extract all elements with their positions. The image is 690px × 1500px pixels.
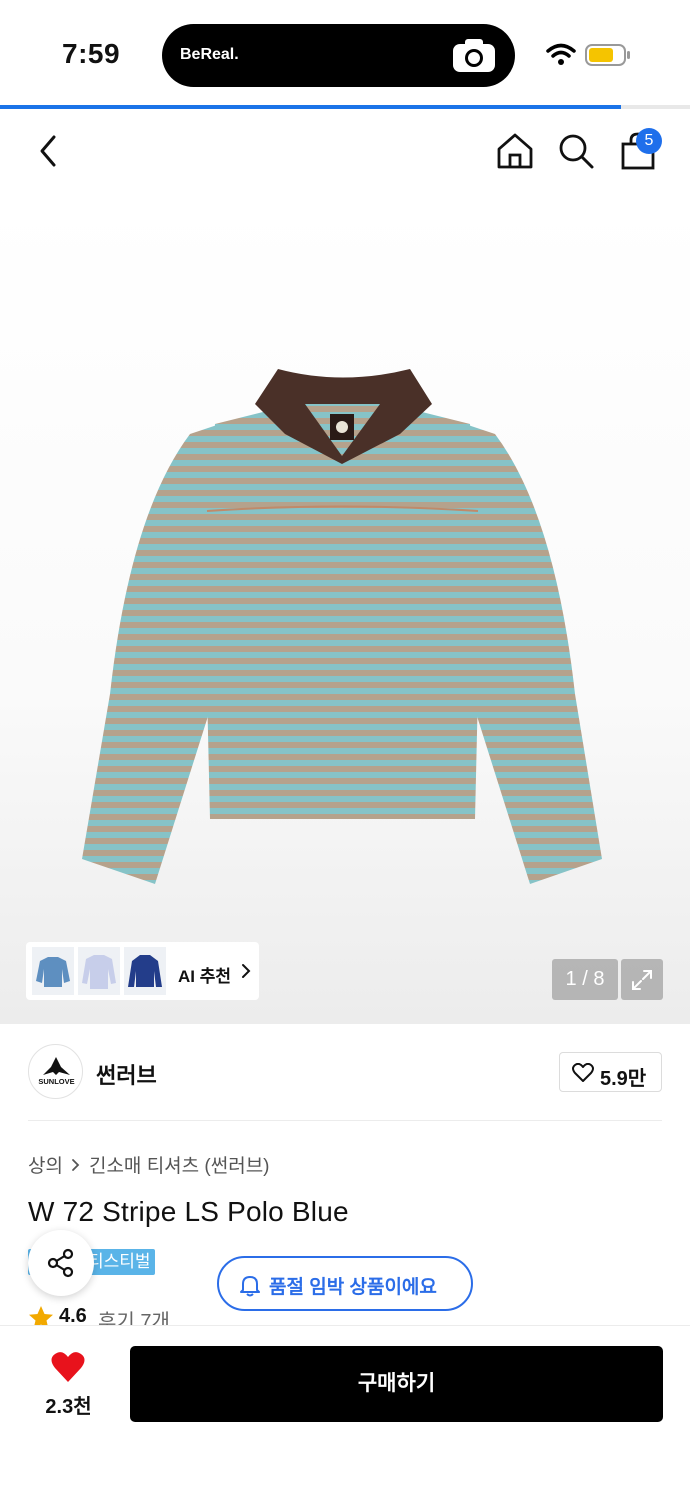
buy-button[interactable]: 구매하기 xyxy=(130,1346,663,1422)
brand-logo[interactable]: SUNLOVE xyxy=(28,1044,83,1099)
breadcrumb-category[interactable]: 상의 xyxy=(28,1151,63,1178)
brand-like-count: 5.9만 xyxy=(600,1068,647,1090)
expand-icon xyxy=(632,970,652,990)
back-icon[interactable] xyxy=(34,131,64,171)
rating-row[interactable]: 4.6 후기 7개 xyxy=(28,1303,328,1325)
dynamic-island[interactable]: BeReal. xyxy=(162,24,515,87)
brand-like-button[interactable]: 5.9만 xyxy=(559,1052,662,1092)
status-time: 7:59 xyxy=(62,38,121,69)
battery-icon xyxy=(585,44,630,66)
recommend-thumb-3[interactable] xyxy=(124,947,166,995)
expand-image-button[interactable] xyxy=(621,959,663,1000)
bottom-action-bar: 2.3천 구매하기 xyxy=(0,1325,690,1500)
brand-row: SUNLOVE 썬러브 5.9만 xyxy=(28,1024,662,1121)
top-navigation xyxy=(0,109,690,199)
wifi-icon xyxy=(546,43,576,65)
share-button[interactable] xyxy=(28,1230,94,1296)
wish-count: 2.3천 xyxy=(45,1396,92,1418)
search-icon[interactable] xyxy=(556,131,596,171)
breadcrumb: 상의 긴소매 티셔츠 (썬러브) xyxy=(28,1151,270,1178)
bell-icon xyxy=(240,1276,260,1297)
product-title: W 72 Stripe LS Polo Blue xyxy=(28,1196,349,1227)
cart-count-badge[interactable]: 5 xyxy=(636,128,662,154)
camera-icon[interactable] xyxy=(451,38,497,74)
brand-name[interactable]: 썬러브 xyxy=(96,1058,157,1090)
rating-value: 4.6 xyxy=(59,1305,87,1325)
recommend-thumb-1[interactable] xyxy=(32,947,74,995)
ai-recommend-label: AI 추천 xyxy=(178,967,232,986)
share-icon xyxy=(47,1248,74,1278)
ai-recommend-card[interactable]: AI 추천 xyxy=(26,942,259,1000)
breadcrumb-subcategory[interactable]: 긴소매 티셔츠 (썬러브) xyxy=(89,1151,270,1178)
product-image-gallery[interactable]: AI 추천 1 / 8 xyxy=(0,199,690,1024)
chevron-right-icon xyxy=(72,1158,80,1171)
brand-logo-text: SUNLOVE xyxy=(38,1077,74,1086)
image-page-indicator: 1 / 8 xyxy=(552,959,618,1000)
chevron-right-icon xyxy=(242,964,251,978)
brand-logo-mark: SUNLOVE xyxy=(38,1057,75,1086)
product-image[interactable] xyxy=(70,364,615,894)
heart-outline-icon xyxy=(572,1063,594,1082)
review-count[interactable]: 후기 7개 xyxy=(98,1305,170,1325)
status-bar: 7:59 BeReal. xyxy=(0,0,690,105)
home-icon[interactable] xyxy=(495,131,535,171)
recommend-thumb-2[interactable] xyxy=(78,947,120,995)
island-app-label: BeReal. xyxy=(180,46,239,63)
soldout-notice: 품절 임박 상품이에요 xyxy=(269,1277,437,1298)
star-icon xyxy=(29,1306,53,1325)
heart-filled-icon[interactable] xyxy=(50,1350,86,1384)
